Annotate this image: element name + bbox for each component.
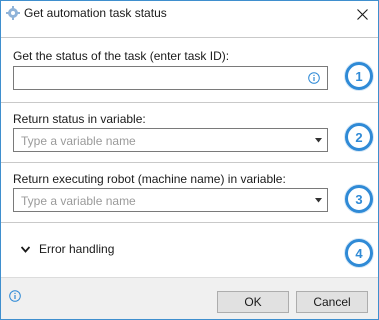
error-handling-toggle[interactable]: Error handling — [21, 242, 114, 256]
window-title: Get automation task status — [24, 6, 167, 20]
error-handling-label: Error handling — [39, 242, 115, 256]
robot-variable-label: Return executing robot (machine name) in… — [13, 172, 286, 186]
step-badge-2: 2 — [345, 123, 373, 151]
gear-app-icon — [6, 6, 20, 20]
step-badge-3: 3 — [345, 185, 373, 213]
task-id-section: Get the status of the task (enter task I… — [1, 37, 378, 102]
chevron-down-icon[interactable] — [315, 138, 322, 143]
task-id-field[interactable] — [13, 66, 328, 90]
status-variable-label: Return status in variable: — [13, 112, 146, 126]
chevron-down-icon[interactable] — [315, 198, 322, 203]
info-icon[interactable] — [9, 290, 21, 302]
dialog-footer: OK Cancel — [1, 277, 378, 319]
close-button[interactable] — [349, 2, 375, 26]
step-badge-4: 4 — [345, 239, 373, 267]
ok-button[interactable]: OK — [217, 291, 289, 313]
step-badge-1: 1 — [345, 62, 373, 90]
dialog-window: Get automation task status Get the statu… — [0, 0, 379, 320]
info-icon[interactable] — [308, 72, 320, 84]
robot-variable-placeholder: Type a variable name — [21, 194, 136, 208]
status-variable-placeholder: Type a variable name — [21, 134, 136, 148]
task-id-label: Get the status of the task (enter task I… — [13, 49, 230, 63]
robot-variable-combo[interactable]: Type a variable name — [13, 188, 328, 212]
chevron-down-icon — [21, 245, 30, 253]
close-icon — [356, 8, 368, 20]
title-bar: Get automation task status — [1, 1, 378, 29]
cancel-button[interactable]: Cancel — [296, 291, 368, 313]
robot-variable-section: Return executing robot (machine name) in… — [1, 162, 378, 222]
status-variable-section: Return status in variable: Type a variab… — [1, 102, 378, 162]
task-id-input[interactable] — [14, 67, 299, 89]
status-variable-combo[interactable]: Type a variable name — [13, 128, 328, 152]
